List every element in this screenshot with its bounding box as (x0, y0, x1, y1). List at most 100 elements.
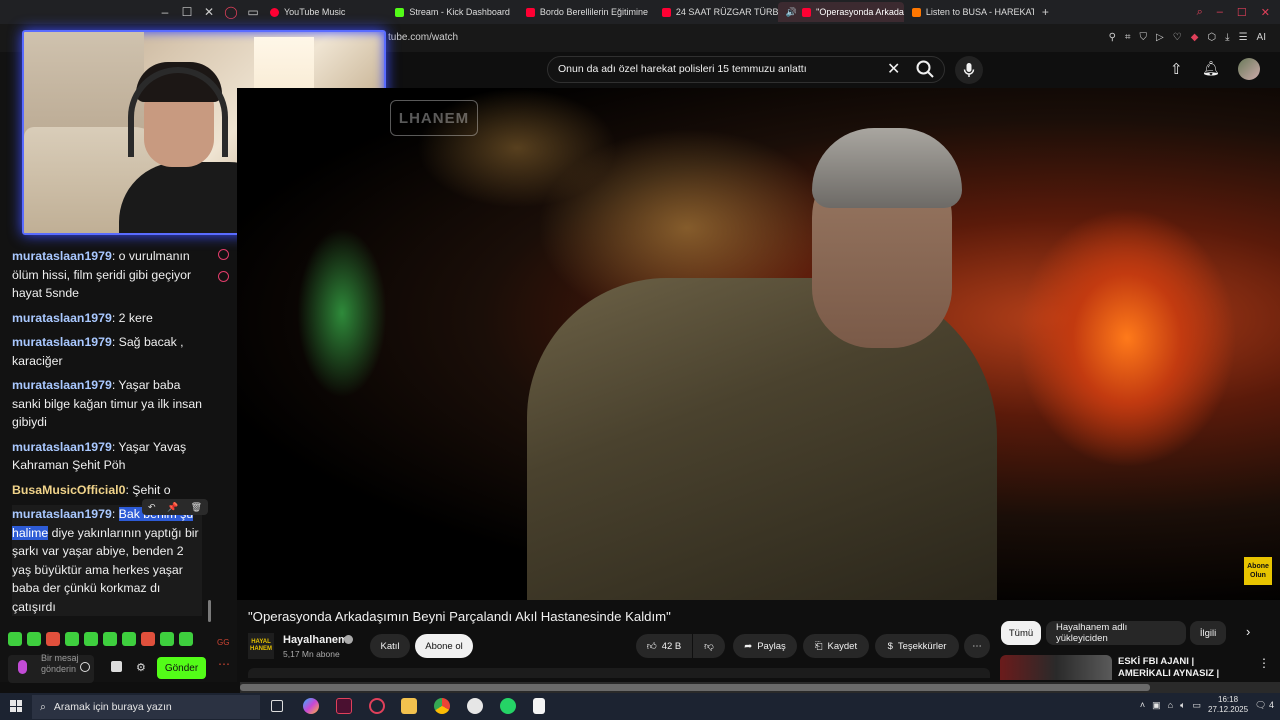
chat-scrollbar[interactable] (208, 600, 211, 622)
window-maximize-icon[interactable]: ☐ (1237, 6, 1247, 19)
chevron-right-icon[interactable]: › (1246, 624, 1250, 639)
emote-icon[interactable] (179, 632, 193, 646)
chat-message-selected[interactable]: murataslaan1979: Bak benim şu halime diy… (12, 505, 202, 616)
tab-youtube-music[interactable]: YouTube Music (262, 2, 353, 22)
subscribe-badge[interactable]: Abone Olun (1244, 557, 1272, 585)
delete-icon[interactable]: 🗑 (191, 502, 202, 513)
ai-icon[interactable]: AI (1257, 32, 1266, 43)
dislike-button[interactable]: 👎︎ (693, 634, 725, 658)
opera-icon[interactable]: ◯ (222, 3, 240, 21)
save-button[interactable]: ⎗ Kaydet (803, 634, 869, 658)
voice-search-button[interactable] (955, 56, 983, 84)
chat-username[interactable]: murataslaan1979 (12, 378, 112, 392)
download-icon[interactable]: ⤓ (1225, 32, 1229, 43)
tray-app-icon[interactable]: ▣ (1152, 700, 1161, 711)
chat-message[interactable]: murataslaan1979: 2 kere (12, 309, 202, 328)
tab-kick-dashboard[interactable]: Stream - Kick Dashboard (387, 2, 518, 22)
window-minimize-icon[interactable]: – (1217, 6, 1223, 19)
network-icon[interactable]: ⌂ (1168, 700, 1173, 710)
chat-message[interactable]: BusaMusicOfficial0: Şehit o (12, 481, 202, 500)
emote-icon[interactable] (46, 632, 60, 646)
gear-icon[interactable]: ⚙ (136, 661, 146, 674)
chip-related[interactable]: İlgili (1190, 621, 1226, 645)
description-box[interactable] (248, 668, 990, 678)
emote-icon[interactable] (65, 632, 79, 646)
task-view-icon[interactable] (271, 700, 283, 712)
emote-icon[interactable] (8, 632, 22, 646)
app-icon[interactable] (467, 698, 483, 714)
search-query[interactable]: Onun da adı özel harekat polisleri 15 te… (558, 63, 807, 75)
chrome-icon[interactable] (434, 698, 450, 714)
tab-operasyonda-active[interactable]: 🔊 "Operasyonda Arkada (777, 2, 904, 22)
chip-uploads[interactable]: Hayalhanem adlı yükleyiciden (1046, 621, 1186, 645)
gift-icon[interactable] (111, 661, 122, 672)
pin-icon[interactable]: 📌 (167, 502, 178, 513)
emote-icon[interactable] (122, 632, 136, 646)
opera-gx-icon[interactable] (336, 698, 352, 714)
bookmark-icon[interactable]: ⚲ (1109, 32, 1116, 43)
heart-icon[interactable]: ♡ (1173, 32, 1182, 43)
mic-icon[interactable] (18, 660, 27, 674)
join-button[interactable]: Katıl (370, 634, 410, 658)
url-text[interactable]: tube.com/watch (388, 32, 458, 43)
puzzle-icon[interactable]: ⬡ (1207, 32, 1216, 43)
chat-settings-icon[interactable] (218, 271, 229, 282)
battery-icon[interactable]: ▭ (1192, 700, 1201, 711)
tab-ruzgar-turbini[interactable]: 24 SAAT RÜZGAR TÜRBİ (654, 2, 778, 22)
tab-bordo-bereliler[interactable]: Bordo Berellilerin Eğitimine (518, 2, 654, 22)
chat-message[interactable]: murataslaan1979: Yaşar Yavaş Kahraman Şe… (12, 438, 202, 475)
horizontal-scrollbar[interactable] (240, 682, 1280, 693)
video-player[interactable] (237, 88, 1280, 600)
chat-username[interactable]: murataslaan1979 (12, 335, 112, 349)
windows-start-icon[interactable] (10, 700, 22, 712)
notifications-icon[interactable]: 🗨 4 (1255, 700, 1274, 711)
chat-username[interactable]: murataslaan1979 (12, 507, 112, 521)
clear-search-icon[interactable]: ✕ (887, 59, 900, 79)
channel-name[interactable]: Hayalhanem (283, 634, 348, 646)
new-tab-button[interactable]: + (1042, 5, 1049, 19)
opera-icon[interactable] (369, 698, 385, 714)
emoji-icon[interactable] (80, 662, 90, 672)
tab-busa-harekat[interactable]: Listen to BUSA - HAREKAT (904, 2, 1034, 22)
restore-icon[interactable]: ☐ (178, 3, 196, 21)
chat-username[interactable]: BusaMusicOfficial0 (12, 483, 125, 497)
channel-logo[interactable]: HAYAL HANEM (248, 633, 274, 659)
notepad-icon[interactable] (533, 698, 545, 714)
wallet-icon[interactable]: ◆ (1191, 32, 1199, 43)
chat-message[interactable]: murataslaan1979: Yaşar baba sanki bilge … (12, 376, 202, 432)
chat-message[interactable]: murataslaan1979: o vurulmanın ölüm hissi… (12, 247, 202, 303)
taskbar-search[interactable]: ⌕ Aramak için buraya yazın (32, 695, 260, 719)
screenshot-icon[interactable]: ⌗ (1125, 32, 1131, 43)
search-icon[interactable] (914, 58, 936, 80)
play-icon[interactable]: ▷ (1156, 32, 1164, 43)
chat-message[interactable]: murataslaan1979: Sağ bacak , karaciğer (12, 333, 202, 370)
more-actions-button[interactable]: ⋯ (964, 634, 990, 658)
emote-icon[interactable] (103, 632, 117, 646)
chip-all[interactable]: Tümü (1001, 621, 1041, 645)
recommendation-thumbnail[interactable] (1000, 655, 1112, 680)
thanks-button[interactable]: $ Teşekkürler (875, 634, 959, 658)
copilot-icon[interactable] (303, 698, 319, 714)
reply-icon[interactable]: ↶ (148, 502, 156, 513)
easy-setup-icon[interactable]: ☰ (1239, 32, 1248, 43)
minimize-icon[interactable]: – (156, 3, 174, 21)
window-close-icon[interactable]: ✕ (1261, 6, 1270, 19)
upload-icon[interactable]: ⇧ (1170, 60, 1183, 78)
more-icon[interactable]: ⋯ (218, 657, 230, 671)
chevron-up-icon[interactable]: ˄ (1140, 700, 1145, 710)
mod-tool-icon[interactable] (218, 249, 229, 260)
subscribe-button[interactable]: Abone ol (415, 634, 473, 658)
shield-icon[interactable]: ⛉ (1140, 32, 1148, 43)
workspaces-icon[interactable]: ▭ (244, 3, 262, 21)
close-icon[interactable]: ✕ (200, 3, 218, 21)
chat-username[interactable]: murataslaan1979 (12, 440, 112, 454)
avatar[interactable] (1238, 58, 1260, 80)
like-button[interactable]: 👍︎ 42 B (636, 634, 692, 658)
search-tabs-icon[interactable]: ⌕ (1197, 6, 1203, 19)
file-explorer-icon[interactable] (401, 698, 417, 714)
send-button[interactable]: Gönder (157, 657, 206, 679)
share-button[interactable]: ➦ Paylaş (733, 634, 797, 658)
volume-icon[interactable]: 🔈︎ (1180, 700, 1185, 711)
notifications-bell-icon[interactable]: 🔔︎ (1202, 60, 1220, 77)
chat-username[interactable]: murataslaan1979 (12, 249, 112, 263)
